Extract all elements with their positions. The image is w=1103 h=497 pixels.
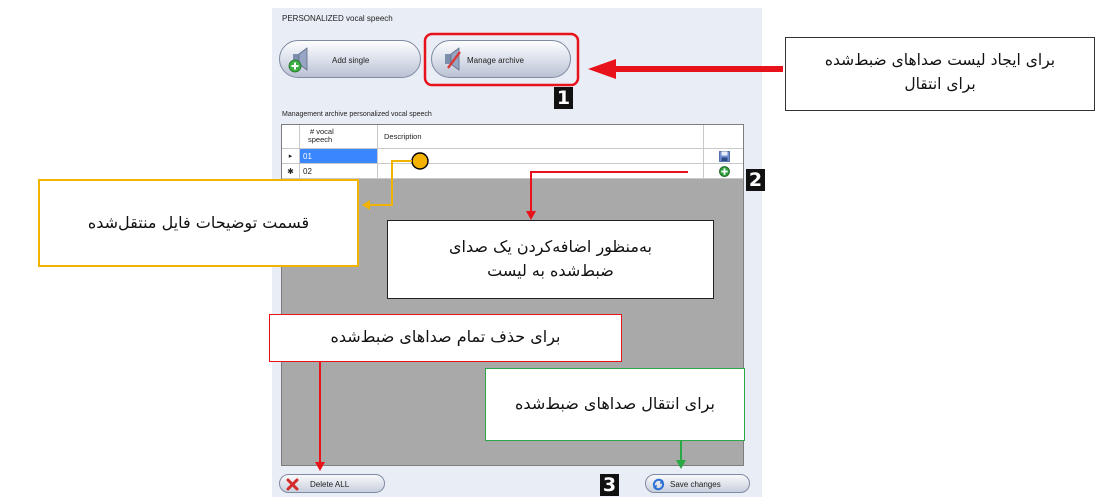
note-manage-archive: برای ایجاد لیست صداهای ضبط‌شده برای انتق… [785,37,1095,111]
add-single-label: Add single [332,56,370,65]
note-delete-text: برای حذف تمام صداهای ضبط‌شده [330,327,561,346]
note-manage-archive-line2: برای انتقال [904,75,976,93]
note-description: قسمت توضیحات فایل منتقل‌شده [38,179,359,267]
column-header-actions [704,125,743,148]
row-marker: ▸ [282,149,300,163]
description-cell[interactable] [378,149,704,163]
badge-1: 1 [554,87,573,109]
table-row[interactable]: ▸ 01 [282,149,743,164]
badge-2: 2 [746,169,765,191]
speech-number-cell[interactable]: 02 [300,164,378,178]
column-header-description-label: Description [384,132,422,141]
plus-add-icon[interactable] [719,166,730,177]
note-delete-all: برای حذف تمام صداهای ضبط‌شده [269,314,622,362]
note-add-line1: به‌منظور اضافه‌کردن یک صدای [449,237,652,256]
description-cell[interactable] [378,164,704,178]
table-row[interactable]: ✱ 02 [282,164,743,179]
column-header-description[interactable]: Description [378,125,704,148]
floppy-save-icon[interactable] [719,151,730,162]
manage-archive-button[interactable]: Manage archive [431,40,571,78]
note-add-to-list: به‌منظور اضافه‌کردن یک صدای ضبط‌شده به ل… [387,220,714,299]
column-header-speech-line2: speech [308,135,333,144]
new-row-marker: ✱ [282,164,300,178]
badge-3: 3 [600,474,619,496]
note-manage-archive-line1: برای ایجاد لیست صداهای ضبط‌شده [824,51,1056,69]
panel-title: PERSONALIZED vocal speech [282,14,393,23]
save-arrows-icon [652,478,665,491]
note-transfer: برای انتقال صداهای ضبط‌شده [485,368,745,441]
speech-number-cell[interactable]: 01 [300,149,378,163]
delete-x-icon [286,478,299,491]
row-header-corner [282,125,300,148]
add-single-button[interactable]: Add single [279,40,421,78]
delete-all-button[interactable]: Delete ALL [279,474,385,493]
grid-label: Management archive personalized vocal sp… [282,111,432,118]
add-row-cell[interactable] [704,164,743,178]
manage-archive-label: Manage archive [467,56,524,65]
grid-header-row: # vocal speech Description [282,125,743,149]
note-description-text: قسمت توضیحات فایل منتقل‌شده [87,213,310,232]
note-transfer-text: برای انتقال صداهای ضبط‌شده [515,394,715,413]
save-changes-label: Save changes [670,480,721,489]
delete-all-label: Delete ALL [310,480,350,489]
column-header-speech[interactable]: # vocal speech [300,125,378,148]
speaker-add-icon [288,47,308,73]
save-row-cell[interactable] [704,149,743,163]
speaker-archive-icon [445,47,461,71]
save-changes-button[interactable]: Save changes [645,474,750,493]
note-add-line2: ضبط‌شده به لیست [487,261,614,280]
